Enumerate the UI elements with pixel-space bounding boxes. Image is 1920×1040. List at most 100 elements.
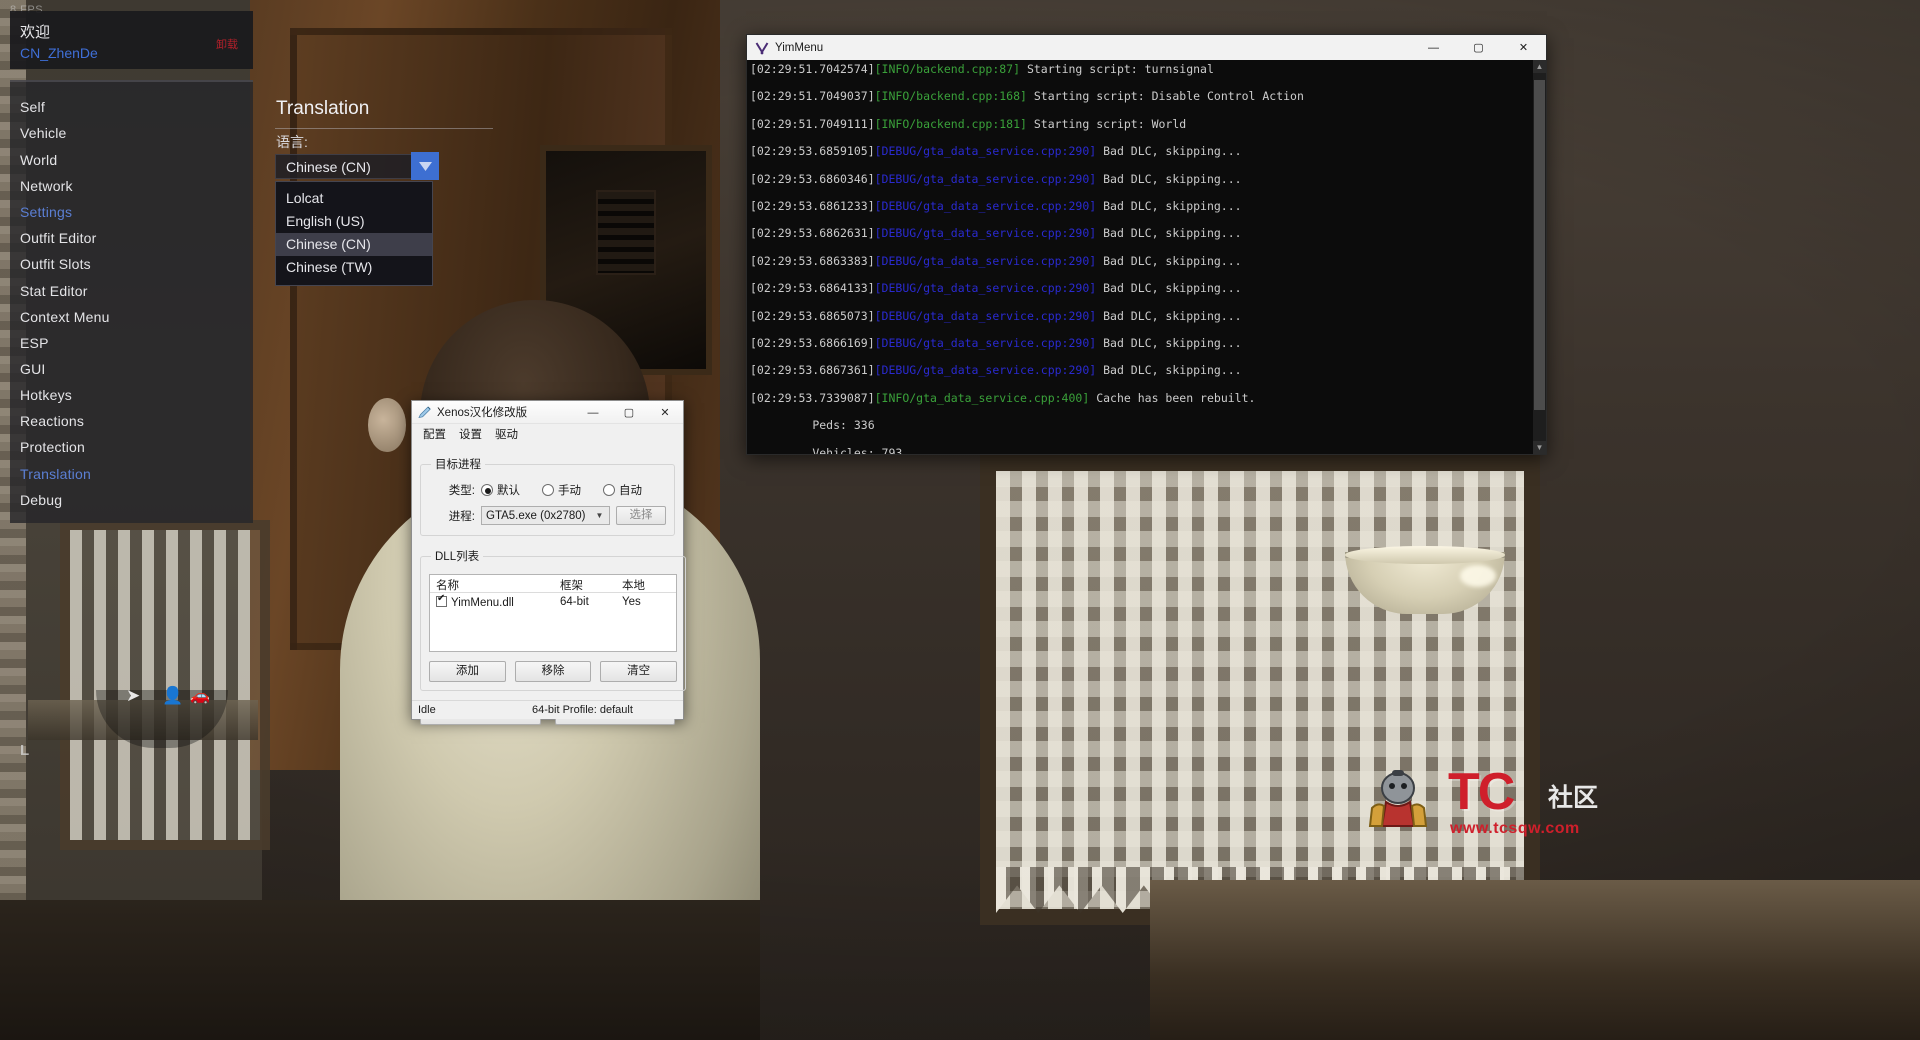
sidebar-item-protection[interactable]: Protection [20,439,85,455]
status-state: Idle [418,704,436,716]
checkbox-icon[interactable] [436,593,447,607]
language-combobox-value: Chinese (CN) [286,159,371,175]
sidebar-item-self[interactable]: Self [20,99,45,115]
radio-default-label: 默认 [497,485,520,497]
minimize-icon[interactable]: — [575,401,611,424]
log-timestamp: [02:29:51.7042574] [750,62,875,76]
remove-button[interactable]: 移除 [514,661,592,682]
dll-list-legend: DLL列表 [435,551,480,563]
sidebar-item-translation[interactable]: Translation [20,466,91,482]
clear-button[interactable]: 清空 [600,661,678,682]
sidebar-item-gui[interactable]: GUI [20,361,46,377]
sidebar-item-context-menu[interactable]: Context Menu [20,309,110,325]
log-message: Bad DLC, skipping... [1096,226,1242,241]
page-title: Translation [276,98,370,119]
radio-manual-label: 手动 [558,485,581,497]
console-window: YimMenu — ▢ ✕ [02:29:51.7042574][INFO/ba… [746,34,1547,455]
log-level-tag: [INFO/backend.cpp:87] [874,62,1021,76]
menu-item-config[interactable]: 配置 [423,426,446,442]
browse-button[interactable]: 选择 [616,506,666,525]
hud-icon-row: ➤ 👤 🚗 [118,676,210,706]
log-message: Bad DLC, skipping... [1096,363,1242,378]
add-button[interactable]: 添加 [429,661,506,682]
chevron-down-icon[interactable] [411,152,439,180]
menu-item-settings[interactable]: 设置 [459,426,482,442]
process-select-row: 进程: GTA5.exe (0x2780) ▼ 选择 [429,506,666,525]
language-combobox[interactable]: Chinese (CN) [275,154,433,179]
sidebar-item-world[interactable]: World [20,152,57,168]
radio-dot-icon [481,484,493,496]
sidebar-item-debug[interactable]: Debug [20,492,62,508]
log-timestamp: [02:29:53.6864133] [750,281,875,296]
log-message: Bad DLC, skipping... [1096,171,1242,186]
console-log-line: [02:29:51.7042574][INFO/backend.cpp:87] … [750,62,1533,77]
watermark: TC 社区 www.tcsqw.com [1352,758,1912,878]
console-log-line: [02:29:53.6864133][DEBUG/gta_data_servic… [750,281,1533,296]
scroll-up-icon[interactable]: ▲ [1533,60,1546,73]
xenos-status-bar: Idle 64-bit Profile: default [412,700,683,719]
table-row[interactable]: YimMenu.dll 64-bit Yes [430,593,676,611]
log-level-tag: [DEBUG/gta_data_service.cpp:290] [874,336,1097,351]
target-process-group: 目标进程 类型: 默认 手动 自动 进程: GTA5.exe (0x2780) … [420,456,675,536]
column-name: 名称 [436,580,459,592]
sidebar-item-stat-editor[interactable]: Stat Editor [20,283,88,299]
log-level-tag: [INFO/gta_data_service.cpp:400] [874,390,1090,405]
sidebar-item-outfit-editor[interactable]: Outfit Editor [20,230,97,246]
language-option-chinese-cn[interactable]: Chinese (CN) [276,233,432,256]
radio-auto[interactable]: 自动 [603,482,642,498]
car-icon: 🚗 [190,688,210,705]
language-option-chinese-tw[interactable]: Chinese (TW) [276,256,432,279]
xenos-title-bar[interactable]: Xenos汉化修改版 — ▢ ✕ [412,401,683,424]
language-option-english-us[interactable]: English (US) [276,210,432,233]
yimmenu-sidebar [10,80,253,523]
sidebar-item-vehicle[interactable]: Vehicle [20,125,67,141]
dll-list-group: DLL列表 名称 框架 本地 YimMenu.dll 64-bit Yes [420,548,686,691]
dll-list-buttons: 添加 移除 清空 [429,661,678,682]
maximize-icon[interactable]: ▢ [1456,35,1501,60]
dll-list[interactable]: 名称 框架 本地 YimMenu.dll 64-bit Yes [429,574,677,652]
log-timestamp: [02:29:51.7049111] [750,116,875,131]
sidebar-item-hotkeys[interactable]: Hotkeys [20,387,72,403]
watermark-url: www.tcsqw.com [1450,820,1580,837]
xenos-body: 目标进程 类型: 默认 手动 自动 进程: GTA5.exe (0x2780) … [412,456,686,725]
menu-item-driver[interactable]: 驱动 [495,426,518,442]
xenos-window-controls: — ▢ ✕ [575,401,683,424]
background-floor [0,900,760,1040]
close-icon[interactable]: ✕ [1501,35,1546,60]
sidebar-item-settings[interactable]: Settings [20,204,72,220]
hud-street-letter: L [20,742,30,759]
log-level-tag: [DEBUG/gta_data_service.cpp:290] [874,144,1097,159]
maximize-icon[interactable]: ▢ [611,401,647,424]
scroll-down-icon[interactable]: ▼ [1533,441,1546,454]
log-timestamp: [02:29:53.6862631] [750,226,875,241]
radio-dot-icon [603,484,615,496]
dll-list-header: 名称 框架 本地 [430,575,676,593]
scrollbar-thumb[interactable] [1534,80,1545,410]
log-level-tag: [INFO/backend.cpp:181] [874,116,1027,131]
console-log-line: [02:29:53.6867361][DEBUG/gta_data_servic… [750,364,1533,378]
sidebar-item-esp[interactable]: ESP [20,335,49,351]
console-log-line: Vehicles: 793 [750,446,1533,454]
console-scrollbar[interactable]: ▲ ▼ [1533,60,1546,454]
close-icon[interactable]: ✕ [647,401,683,424]
sidebar-item-outfit-slots[interactable]: Outfit Slots [20,256,91,272]
sidebar-item-reactions[interactable]: Reactions [20,413,84,429]
language-dropdown-list[interactable]: Lolcat English (US) Chinese (CN) Chinese (T… [275,181,433,286]
yimmenu-translation-panel: Translation 语言: Chinese (CN) Lolcat Engli… [263,86,493,296]
language-option-lolcat[interactable]: Lolcat [276,187,432,210]
radio-manual[interactable]: 手动 [542,482,581,498]
console-log-line: [02:29:53.6861233][DEBUG/gta_data_servic… [750,199,1533,214]
log-message: Bad DLC, skipping... [1096,281,1242,296]
language-label: 语言: [276,134,308,150]
minimize-icon[interactable]: — [1411,35,1456,60]
radio-default[interactable]: 默认 [481,482,520,498]
sidebar-item-network[interactable]: Network [20,178,73,194]
dll-name-text: YimMenu.dll [451,596,514,609]
process-select[interactable]: GTA5.exe (0x2780) ▼ [481,506,610,525]
console-log-line: [02:29:53.6860346][DEBUG/gta_data_servic… [750,171,1533,187]
person-icon: 👤 [162,686,184,705]
log-message: Cache has been rebuilt. [1089,390,1256,405]
console-title-bar[interactable]: YimMenu — ▢ ✕ [747,35,1546,60]
yimmenu-unload-label[interactable]: 卸载 [216,36,238,52]
log-timestamp: [02:29:53.6867361] [750,363,875,378]
